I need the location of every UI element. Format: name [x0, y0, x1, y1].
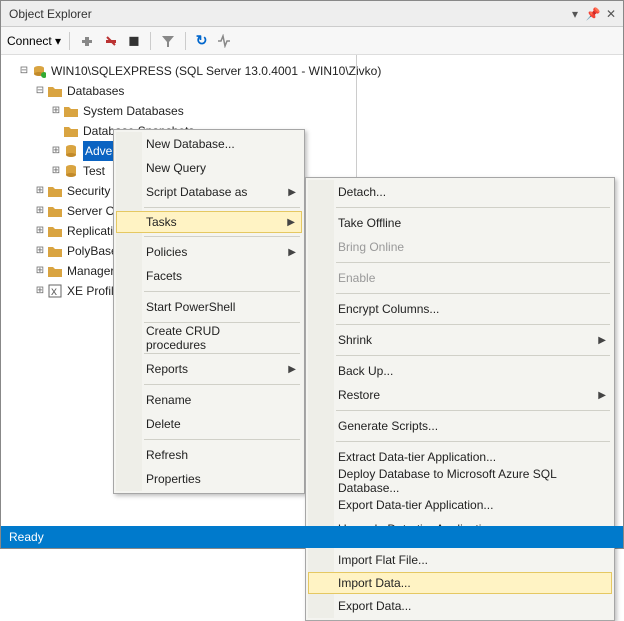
menu-generate-scripts[interactable]: Generate Scripts...	[308, 414, 612, 438]
folder-icon	[63, 124, 79, 138]
expand-icon[interactable]: ⊞	[33, 221, 47, 241]
server-node[interactable]: ⊟WIN10\SQLEXPRESS (SQL Server 13.0.4001 …	[5, 61, 619, 81]
menu-bring-online: Bring Online	[308, 235, 612, 259]
adventureworks-node[interactable]: ⊞AdventureWorks2014	[5, 141, 619, 161]
panel-title: Object Explorer	[9, 7, 92, 21]
autohide-dropdown-icon[interactable]: ▾	[567, 7, 583, 21]
databases-node[interactable]: ⊟Databases	[5, 81, 619, 101]
menu-encrypt-columns[interactable]: Encrypt Columns...	[308, 297, 612, 321]
menu-create-crud[interactable]: Create CRUD procedures	[116, 326, 302, 350]
folder-icon	[47, 224, 63, 238]
menu-start-powershell[interactable]: Start PowerShell	[116, 295, 302, 319]
menu-reports[interactable]: Reports▶	[116, 357, 302, 381]
menu-new-database[interactable]: New Database...	[116, 132, 302, 156]
database-icon	[63, 164, 79, 178]
disconnect-icon[interactable]	[102, 32, 120, 50]
folder-icon	[47, 244, 63, 258]
submenu-arrow-icon: ▶	[288, 247, 296, 258]
expand-icon[interactable]: ⊞	[33, 281, 47, 301]
menu-rename[interactable]: Rename	[116, 388, 302, 412]
menu-export-dac[interactable]: Export Data-tier Application...	[308, 493, 612, 517]
refresh-icon[interactable]: ↻	[194, 30, 210, 51]
activity-icon[interactable]	[215, 32, 233, 50]
xe-icon: x	[47, 284, 63, 298]
expand-icon[interactable]: ⊞	[33, 181, 47, 201]
panel-titlebar: Object Explorer ▾ 📌 ✕	[1, 1, 623, 27]
menu-facets[interactable]: Facets	[116, 264, 302, 288]
folder-icon	[47, 84, 63, 98]
connect-icon[interactable]	[78, 32, 96, 50]
expand-icon[interactable]: ⊞	[33, 261, 47, 281]
folder-icon	[63, 104, 79, 118]
menu-refresh[interactable]: Refresh	[116, 443, 302, 467]
connect-button[interactable]: Connect ▾	[7, 34, 61, 48]
stop-icon[interactable]: ◼	[126, 30, 142, 51]
status-text: Ready	[9, 530, 44, 544]
expand-icon[interactable]: ⊞	[49, 101, 63, 121]
menu-policies[interactable]: Policies▶	[116, 240, 302, 264]
toolbar: Connect ▾ ◼ ↻	[1, 27, 623, 55]
expand-icon[interactable]: ⊞	[49, 141, 63, 161]
collapse-icon[interactable]: ⊟	[17, 61, 31, 81]
menu-shrink[interactable]: Shrink▶	[308, 328, 612, 352]
filter-icon[interactable]	[159, 32, 177, 50]
collapse-icon[interactable]: ⊟	[33, 81, 47, 101]
pin-icon[interactable]: 📌	[585, 7, 601, 21]
close-icon[interactable]: ✕	[603, 7, 619, 21]
server-icon	[31, 64, 47, 78]
menu-tasks[interactable]: Tasks▶	[116, 211, 302, 233]
menu-back-up[interactable]: Back Up...	[308, 359, 612, 383]
menu-extract-dac[interactable]: Extract Data-tier Application...	[308, 445, 612, 469]
context-menu-database: New Database... New Query Script Databas…	[113, 129, 305, 494]
folder-icon	[47, 264, 63, 278]
submenu-arrow-icon: ▶	[598, 335, 606, 346]
menu-import-flat-file[interactable]: Import Flat File...	[308, 548, 612, 572]
menu-deploy-azure[interactable]: Deploy Database to Microsoft Azure SQL D…	[308, 469, 612, 493]
svg-text:x: x	[51, 284, 57, 298]
submenu-arrow-icon: ▶	[288, 187, 296, 198]
snapshots-node[interactable]: Database Snapshots	[5, 121, 619, 141]
context-menu-tasks: Detach... Take Offline Bring Online Enab…	[305, 177, 615, 621]
submenu-arrow-icon: ▶	[288, 364, 296, 375]
menu-restore[interactable]: Restore▶	[308, 383, 612, 407]
menu-detach[interactable]: Detach...	[308, 180, 612, 204]
submenu-arrow-icon: ▶	[598, 390, 606, 401]
menu-delete[interactable]: Delete	[116, 412, 302, 436]
expand-icon[interactable]: ⊞	[33, 241, 47, 261]
menu-take-offline[interactable]: Take Offline	[308, 211, 612, 235]
expand-icon[interactable]: ⊞	[33, 201, 47, 221]
menu-properties[interactable]: Properties	[116, 467, 302, 491]
expand-icon[interactable]: ⊞	[49, 161, 63, 181]
menu-enable: Enable	[308, 266, 612, 290]
menu-script-database[interactable]: Script Database as▶	[116, 180, 302, 204]
status-bar: Ready	[1, 526, 623, 548]
database-icon	[63, 144, 79, 158]
system-databases-node[interactable]: ⊞System Databases	[5, 101, 619, 121]
menu-export-data[interactable]: Export Data...	[308, 594, 612, 618]
menu-new-query[interactable]: New Query	[116, 156, 302, 180]
menu-import-data[interactable]: Import Data...	[308, 572, 612, 594]
folder-icon	[47, 184, 63, 198]
submenu-arrow-icon: ▶	[287, 217, 295, 228]
folder-icon	[47, 204, 63, 218]
